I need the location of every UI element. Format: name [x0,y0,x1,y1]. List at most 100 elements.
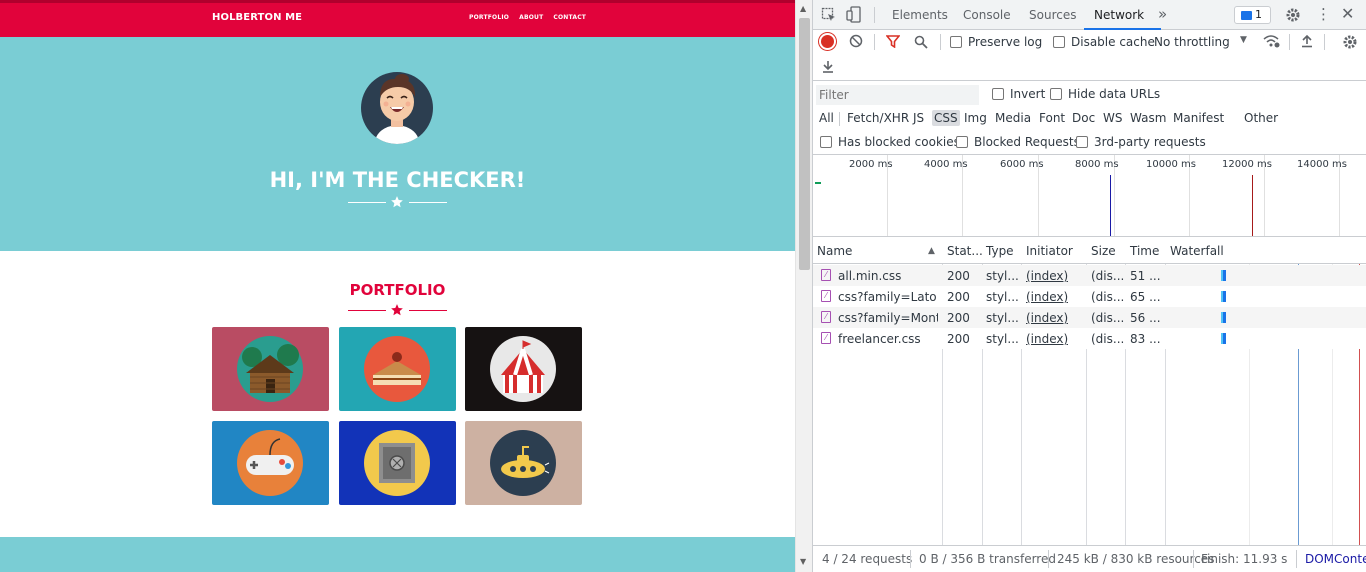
requests-table: Name ▲ Stat... Type Initiator Size Time … [812,237,1366,545]
timeline-tick: 2000 ms [849,159,893,170]
settings-gear-icon[interactable] [1285,7,1301,23]
disable-cache-checkbox[interactable] [1053,36,1065,48]
scroll-up-icon[interactable]: ▲ [800,4,806,13]
portfolio-tile-game[interactable] [212,421,329,505]
column-header-type[interactable]: Type [986,244,1014,258]
column-header-size[interactable]: Size [1091,244,1116,258]
filter-type-css[interactable]: CSS [932,110,960,126]
request-initiator[interactable]: (index) [1026,332,1068,346]
invert-label: Invert [1010,87,1046,101]
invert-checkbox[interactable] [992,88,1004,100]
table-row[interactable]: ⁄ freelancer.css 200 styl... (index) (di… [812,328,1366,349]
chevron-down-icon[interactable]: ▼ [1240,35,1247,45]
portfolio-tile-submarine[interactable] [465,421,582,505]
filter-type-img[interactable]: Img [964,111,987,125]
has-blocked-cookies-checkbox[interactable] [820,136,832,148]
filter-type-other[interactable]: Other [1244,111,1278,125]
column-header-waterfall[interactable]: Waterfall [1170,244,1224,258]
devtools-tabbar: Elements Console Sources Network » 1 ⋮ ✕ [812,0,1366,30]
status-resources: 245 kB / 830 kB resources [1057,552,1215,566]
filter-type-media[interactable]: Media [995,111,1031,125]
portfolio-tile-cabin[interactable] [212,327,329,411]
portfolio-divider-right [409,310,447,311]
import-har-icon[interactable] [1300,34,1314,48]
more-tabs-icon[interactable]: » [1158,5,1167,23]
throttling-select[interactable]: No throttling [1154,35,1230,49]
tab-elements[interactable]: Elements [892,8,948,22]
table-row[interactable]: ⁄ all.min.css 200 styl... (index) (dis..… [812,265,1366,286]
tab-console[interactable]: Console [963,8,1011,22]
site-brand[interactable]: HOLBERTON ME [212,12,302,23]
request-initiator[interactable]: (index) [1026,311,1068,325]
request-type: styl... [986,290,1019,304]
blocked-requests-checkbox[interactable] [956,136,968,148]
filter-input[interactable] [816,85,979,105]
network-conditions-icon[interactable] [1263,34,1280,48]
close-devtools-icon[interactable]: ✕ [1341,4,1354,23]
kebab-menu-icon[interactable]: ⋮ [1316,5,1331,23]
filter-type-manifest[interactable]: Manifest [1173,111,1224,125]
network-overview-timeline[interactable]: 2000 ms 4000 ms 6000 ms 8000 ms 10000 ms… [812,155,1366,237]
filter-type-font[interactable]: Font [1039,111,1065,125]
status-separator [910,550,911,568]
dom-content-loaded-marker [1110,175,1111,236]
portfolio-divider-left [348,310,386,311]
column-header-initiator[interactable]: Initiator [1026,244,1073,258]
inspect-element-icon[interactable] [821,7,837,23]
filter-type-js[interactable]: JS [913,111,924,125]
filter-icon[interactable] [886,35,900,48]
filter-type-ws[interactable]: WS [1103,111,1122,125]
waterfall-bar [1223,312,1226,323]
nav-link-portfolio[interactable]: PORTFOLIO [469,14,509,21]
overview-request-bar [815,182,821,184]
filter-type-all[interactable]: All [819,111,834,125]
devtools-left-border[interactable] [812,0,813,572]
portfolio-tile-circus[interactable] [465,327,582,411]
filter-type-wasm[interactable]: Wasm [1130,111,1166,125]
tab-network[interactable]: Network [1094,8,1144,22]
site-navbar: HOLBERTON ME PORTFOLIO ABOUT CONTACT [0,0,795,37]
search-icon[interactable] [914,35,928,49]
clear-icon[interactable] [849,34,863,48]
status-dom-content-loaded: DOMConte [1305,552,1366,566]
hero-section: HI, I'M THE CHECKER! [0,37,795,251]
record-icon[interactable] [821,35,834,48]
issues-badge[interactable]: 1 [1234,6,1271,24]
request-time: 51 ... [1130,269,1161,283]
toolbar-separator [1289,34,1290,50]
column-header-name[interactable]: Name [817,244,852,258]
column-header-time[interactable]: Time [1130,244,1159,258]
status-separator [1296,550,1297,568]
portfolio-tile-cake[interactable] [339,327,456,411]
issues-count: 1 [1255,8,1262,21]
table-row[interactable]: ⁄ css?family=Lato:... 200 styl... (index… [812,286,1366,307]
preserve-log-checkbox[interactable] [950,36,962,48]
request-status: 200 [947,311,970,325]
stylesheet-file-icon: ⁄ [821,269,831,281]
toolbar-separator [874,34,875,50]
page-scrollbar[interactable]: ▲ ▼ [795,0,812,572]
export-har-icon[interactable] [821,60,835,74]
column-header-status[interactable]: Stat... [947,244,983,258]
request-size: (dis... [1091,332,1125,346]
nav-link-about[interactable]: ABOUT [519,14,543,21]
tab-sources[interactable]: Sources [1029,8,1076,22]
filter-type-fetch-xhr[interactable]: Fetch/XHR [847,111,909,125]
hide-data-urls-checkbox[interactable] [1050,88,1062,100]
sort-ascending-icon[interactable]: ▲ [928,246,935,256]
nav-link-contact[interactable]: CONTACT [553,14,586,21]
hide-data-urls-label: Hide data URLs [1068,87,1161,101]
filter-type-doc[interactable]: Doc [1072,111,1095,125]
request-initiator[interactable]: (index) [1026,269,1068,283]
request-initiator[interactable]: (index) [1026,290,1068,304]
table-row[interactable]: ⁄ css?family=Mont... 200 styl... (index)… [812,307,1366,328]
scrollbar-thumb[interactable] [799,18,810,270]
network-settings-gear-icon[interactable] [1342,34,1358,50]
waterfall-bar [1223,270,1226,281]
device-toolbar-icon[interactable] [846,6,862,23]
portfolio-tile-safe[interactable] [339,421,456,505]
scroll-down-icon[interactable]: ▼ [800,557,806,566]
waterfall-bar [1223,333,1226,344]
third-party-checkbox[interactable] [1076,136,1088,148]
third-party-label: 3rd-party requests [1094,135,1206,149]
